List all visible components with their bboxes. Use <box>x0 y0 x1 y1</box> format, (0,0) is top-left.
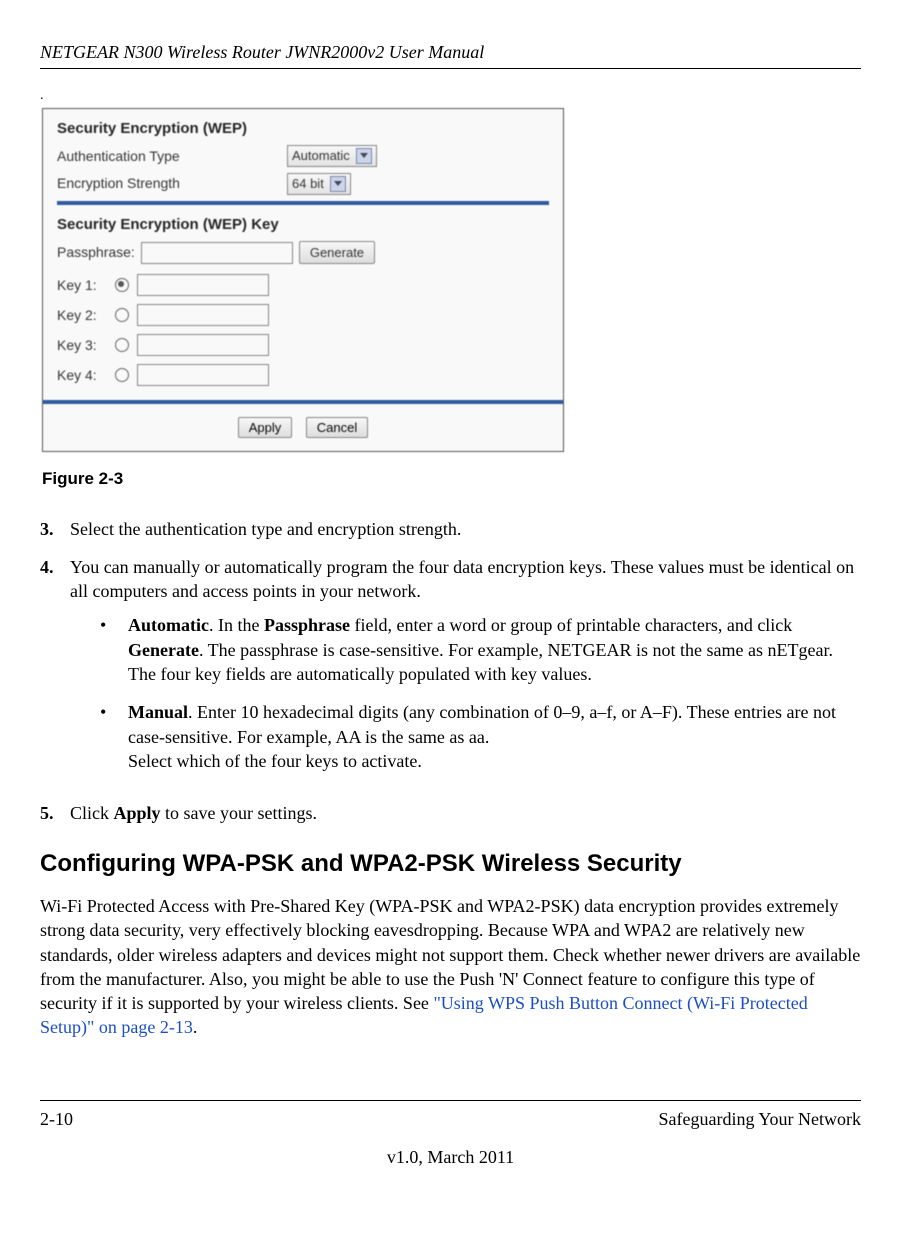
step-text: Select the authentication type and encry… <box>70 517 461 541</box>
footer-right: Safeguarding Your Network <box>659 1107 861 1131</box>
figure-lead-dot: . <box>40 87 861 106</box>
key3-input[interactable] <box>137 334 269 356</box>
passphrase-label: Passphrase: <box>57 243 135 262</box>
key2-input[interactable] <box>137 304 269 326</box>
step-number: 3. <box>40 517 70 541</box>
auth-type-label: Authentication Type <box>57 147 287 166</box>
key3-row: Key 3: <box>57 334 549 356</box>
bullet-icon: • <box>100 700 128 773</box>
t: . The passphrase is case-sensitive. For … <box>128 640 833 684</box>
t: to save your settings. <box>161 803 317 823</box>
para-text-end: . <box>193 1017 198 1037</box>
cancel-button[interactable]: Cancel <box>306 417 368 438</box>
sub-bullets: • Automatic. In the Passphrase field, en… <box>100 613 861 773</box>
enc-strength-value: 64 bit <box>292 175 324 193</box>
page-number: 2-10 <box>40 1107 73 1131</box>
doc-title: NETGEAR N300 Wireless Router JWNR2000v2 … <box>40 42 484 62</box>
section-paragraph: Wi-Fi Protected Access with Pre-Shared K… <box>40 894 861 1040</box>
key4-row: Key 4: <box>57 364 549 386</box>
generate-bold: Generate <box>128 640 199 660</box>
key2-row: Key 2: <box>57 304 549 326</box>
step-5: 5. Click Apply to save your settings. <box>40 801 861 825</box>
chevron-down-icon <box>356 148 372 164</box>
key1-label: Key 1: <box>57 276 107 295</box>
bullet-icon: • <box>100 613 128 686</box>
key1-row: Key 1: <box>57 274 549 296</box>
t: Select which of the four keys to activat… <box>128 751 422 771</box>
enc-strength-row: Encryption Strength 64 bit <box>57 173 549 195</box>
sub-manual: • Manual. Enter 10 hexadecimal digits (a… <box>100 700 861 773</box>
t: Click <box>70 803 114 823</box>
step-4: 4. You can manually or automatically pro… <box>40 555 861 787</box>
wep-config-panel: Security Encryption (WEP) Authentication… <box>42 108 564 451</box>
key2-radio[interactable] <box>115 308 129 322</box>
t: . Enter 10 hexadecimal digits (any combi… <box>128 702 836 746</box>
doc-header: NETGEAR N300 Wireless Router JWNR2000v2 … <box>40 40 861 69</box>
step-number: 5. <box>40 801 70 825</box>
automatic-label: Automatic <box>128 615 209 635</box>
key4-label: Key 4: <box>57 366 107 385</box>
wep-section2-title: Security Encryption (WEP) Key <box>57 215 549 235</box>
panel-footer: Apply Cancel <box>43 400 563 450</box>
auth-type-select[interactable]: Automatic <box>287 145 377 167</box>
footer-rule <box>40 1100 861 1101</box>
auth-type-value: Automatic <box>292 147 350 165</box>
generate-button[interactable]: Generate <box>299 241 375 265</box>
passphrase-bold: Passphrase <box>264 615 350 635</box>
enc-strength-select[interactable]: 64 bit <box>287 173 351 195</box>
figure-caption: Figure 2-3 <box>42 468 861 491</box>
manual-label: Manual <box>128 702 188 722</box>
key4-radio[interactable] <box>115 368 129 382</box>
key1-radio[interactable] <box>115 278 129 292</box>
wep-section1-title: Security Encryption (WEP) <box>57 119 549 139</box>
t: field, enter a word or group of printabl… <box>350 615 792 635</box>
sub-automatic: • Automatic. In the Passphrase field, en… <box>100 613 861 686</box>
passphrase-input[interactable] <box>141 242 293 264</box>
section-heading: Configuring WPA-PSK and WPA2-PSK Wireles… <box>40 848 861 880</box>
page-footer: 2-10 Safeguarding Your Network v1.0, Mar… <box>40 1100 861 1170</box>
steps-list: 3. Select the authentication type and en… <box>40 517 861 826</box>
step-text: You can manually or automatically progra… <box>70 557 854 601</box>
key4-input[interactable] <box>137 364 269 386</box>
apply-button[interactable]: Apply <box>238 417 293 438</box>
chevron-down-icon <box>330 176 346 192</box>
key1-input[interactable] <box>137 274 269 296</box>
step-number: 4. <box>40 555 70 787</box>
divider <box>57 201 549 205</box>
passphrase-row: Passphrase: Generate <box>57 241 549 265</box>
key3-radio[interactable] <box>115 338 129 352</box>
step-3: 3. Select the authentication type and en… <box>40 517 861 541</box>
key2-label: Key 2: <box>57 306 107 325</box>
key3-label: Key 3: <box>57 336 107 355</box>
footer-version: v1.0, March 2011 <box>40 1145 861 1169</box>
apply-bold: Apply <box>114 803 161 823</box>
t: . In the <box>209 615 264 635</box>
auth-type-row: Authentication Type Automatic <box>57 145 549 167</box>
enc-strength-label: Encryption Strength <box>57 174 287 193</box>
